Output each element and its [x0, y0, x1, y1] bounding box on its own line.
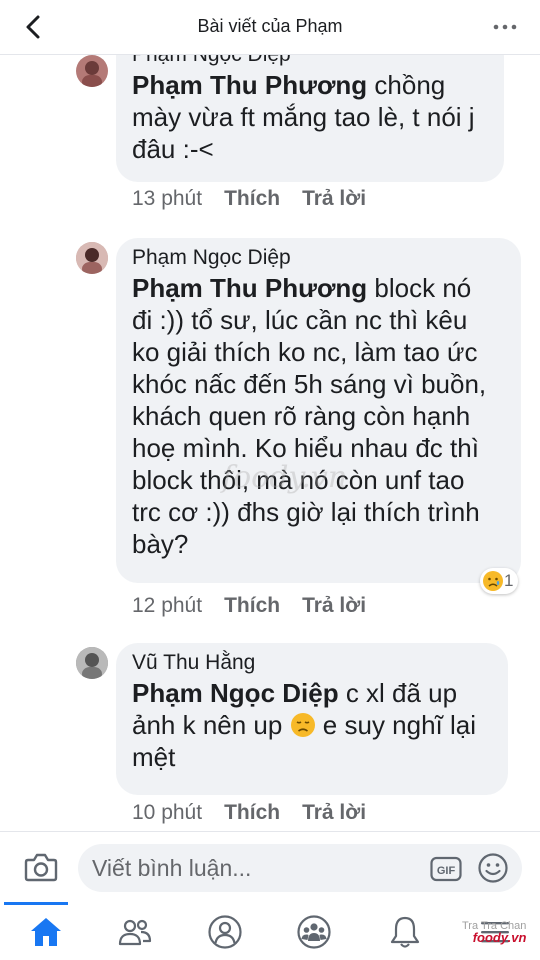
comment-text: Phạm Thu Phương chồng mày vừa ft mắng ta… [132, 70, 475, 164]
comment-actions: 10 phút Thích Trả lời [132, 801, 366, 825]
page-title: Bài viết của Phạm [197, 16, 343, 36]
reply-button[interactable]: Trả lời [302, 187, 366, 211]
tab-home[interactable] [27, 914, 65, 950]
reaction-badge[interactable]: 1 [480, 568, 519, 594]
comment-author[interactable]: Phạm Ngọc Diệp [132, 244, 505, 272]
avatar[interactable] [76, 647, 108, 679]
active-tab-indicator [4, 902, 68, 905]
comment-time[interactable]: 12 phút [132, 594, 202, 618]
tab-profile[interactable] [206, 914, 244, 950]
comment-bubble[interactable]: Vũ Thu Hằng Phạm Ngọc Diệp c xl đã up ản… [116, 643, 508, 795]
comment-author[interactable]: Phạm Ngọc Diệp [132, 55, 488, 69]
like-button[interactable]: Thích [224, 801, 280, 825]
mention-link[interactable]: Phạm Thu Phương [132, 70, 367, 100]
smile-icon [478, 853, 508, 883]
tab-notifications[interactable] [386, 914, 424, 950]
reply-button[interactable]: Trả lời [302, 801, 366, 825]
like-button[interactable]: Thích [224, 187, 280, 211]
like-button[interactable]: Thích [224, 594, 280, 618]
tab-friends[interactable] [116, 914, 154, 950]
groups-icon [297, 915, 331, 949]
sad-face-icon [483, 571, 503, 591]
image-watermark: foody.vn [222, 460, 348, 495]
watermark: Tra Tra Chan foody.vn [462, 920, 527, 945]
reply-button[interactable]: Trả lời [302, 594, 366, 618]
comment-actions: 13 phút Thích Trả lời [132, 187, 366, 211]
comment-text: Phạm Thu Phương block nó đi :)) tổ sư, l… [132, 273, 487, 559]
profile-icon [208, 915, 242, 949]
comment-feed[interactable]: Phạm Ngọc Diệp Phạm Thu Phương chồng mày… [0, 55, 540, 831]
emoji-button[interactable] [477, 852, 509, 884]
more-button[interactable] [490, 14, 520, 40]
tab-groups[interactable] [295, 914, 333, 950]
mention-link[interactable]: Phạm Thu Phương [132, 273, 367, 303]
comment-text: Phạm Ngọc Diệp c xl đã up ảnh k nên up e… [132, 678, 477, 772]
comment-bubble[interactable]: Phạm Ngọc Diệp Phạm Thu Phương chồng mày… [116, 55, 504, 182]
mention-link[interactable]: Phạm Ngọc Diệp [132, 678, 339, 708]
camera-button[interactable] [22, 850, 60, 884]
comment-bubble[interactable]: Phạm Ngọc Diệp Phạm Thu Phương block nó … [116, 238, 521, 583]
top-bar: Bài viết của Phạm [0, 0, 540, 55]
comment-author[interactable]: Vũ Thu Hằng [132, 649, 492, 677]
camera-icon [24, 853, 58, 882]
comment-actions: 12 phút Thích Trả lời [132, 594, 366, 618]
comment-composer: GIF [0, 831, 540, 902]
gif-icon: GIF [430, 856, 462, 882]
svg-text:GIF: GIF [437, 865, 456, 877]
bell-icon [390, 916, 420, 948]
comment-time[interactable]: 13 phút [132, 187, 202, 211]
avatar[interactable] [76, 242, 108, 274]
avatar[interactable] [76, 55, 108, 87]
friends-icon [118, 919, 152, 946]
more-dots-icon [493, 24, 517, 30]
disappointed-face-icon [290, 713, 315, 737]
comment-time[interactable]: 10 phút [132, 801, 202, 825]
foody-logo: foody.vn [472, 930, 527, 945]
bottom-tab-bar [0, 902, 540, 960]
home-icon [31, 918, 61, 946]
reaction-count: 1 [504, 571, 514, 590]
gif-button[interactable]: GIF [430, 856, 462, 882]
